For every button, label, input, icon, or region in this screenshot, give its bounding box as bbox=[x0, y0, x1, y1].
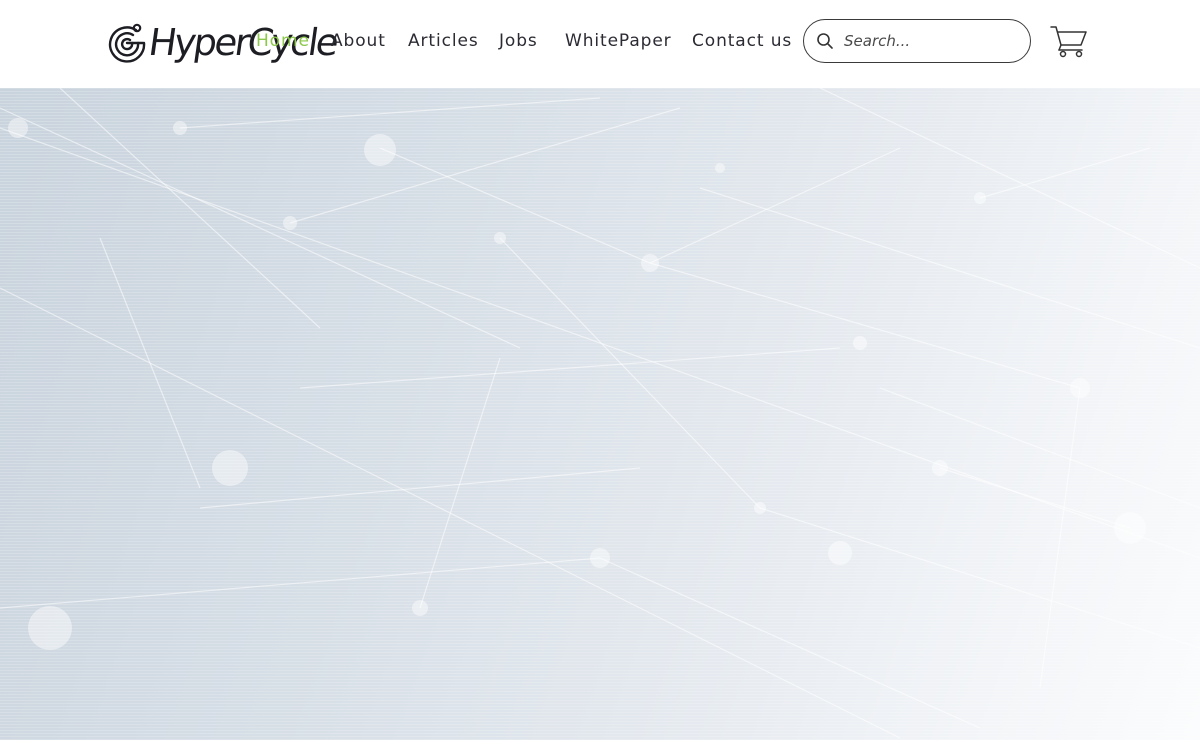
nav-about[interactable]: About bbox=[331, 30, 386, 52]
nav-contact-us[interactable]: Contact us bbox=[692, 30, 792, 52]
nav-articles[interactable]: Articles bbox=[408, 30, 479, 52]
hero-section bbox=[0, 88, 1200, 740]
nav-home[interactable]: Home bbox=[256, 30, 310, 52]
cart-icon[interactable] bbox=[1050, 24, 1088, 58]
search-box[interactable] bbox=[803, 19, 1031, 63]
bottom-strip bbox=[0, 740, 1200, 750]
nav-jobs[interactable]: Jobs bbox=[499, 30, 538, 52]
hypercycle-logo-icon bbox=[108, 23, 146, 63]
nav-whitepaper[interactable]: WhitePaper bbox=[565, 30, 672, 52]
network-background bbox=[0, 88, 1200, 739]
search-icon bbox=[817, 33, 833, 49]
site-header: HyperCycle Home About Articles Jobs Whit… bbox=[0, 0, 1200, 88]
search-input[interactable] bbox=[844, 29, 1022, 53]
logo-text: HyperCycle bbox=[145, 20, 340, 64]
